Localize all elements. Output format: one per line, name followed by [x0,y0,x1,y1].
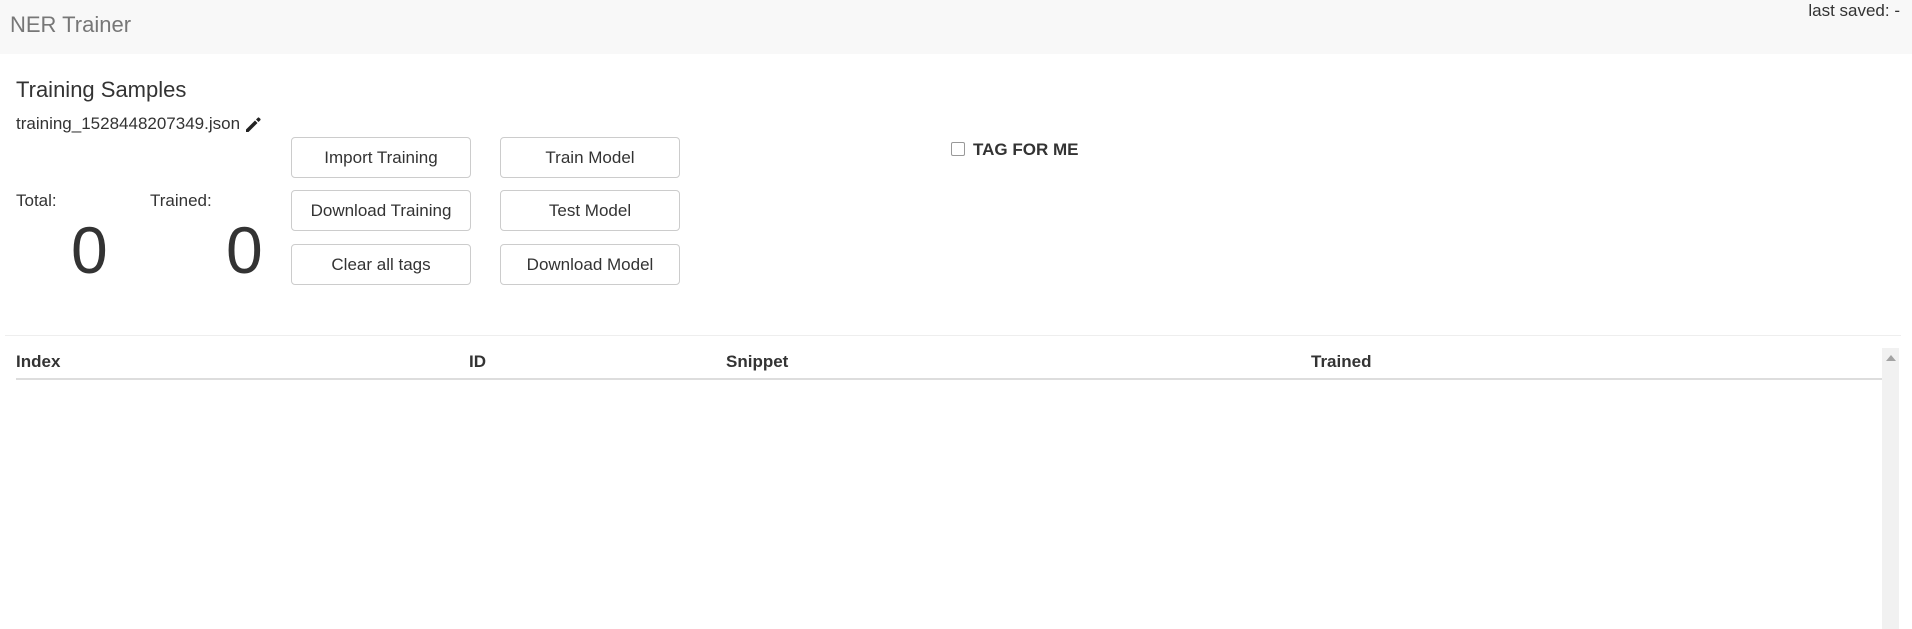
section-title: Training Samples [16,77,187,102]
column-header-id[interactable]: ID [469,352,486,372]
tag-for-me-label: TAG FOR ME [973,140,1079,159]
tag-for-me-toggle[interactable]: TAG FOR ME [951,140,1078,160]
tag-for-me-checkbox[interactable] [951,142,965,156]
download-training-button[interactable]: Download Training [291,190,471,231]
test-model-button[interactable]: Test Model [500,190,680,231]
trained-label: Trained: [150,191,212,210]
table-scrollbar[interactable] [1882,348,1899,629]
section-divider [5,335,1901,336]
total-value: 0 [71,213,108,287]
table-header: Index ID Snippet Trained [16,350,1882,380]
training-filename: training_1528448207349.json [16,114,241,133]
column-header-snippet[interactable]: Snippet [726,352,788,372]
train-model-button[interactable]: Train Model [500,137,680,178]
navbar: NER Trainer last saved: - [0,0,1912,54]
import-training-button[interactable]: Import Training [291,137,471,178]
pencil-icon[interactable] [244,115,263,134]
download-model-button[interactable]: Download Model [500,244,680,285]
clear-all-tags-button[interactable]: Clear all tags [291,244,471,285]
column-header-trained[interactable]: Trained [1311,352,1371,372]
trained-value: 0 [226,213,263,287]
total-label: Total: [16,191,57,210]
scroll-up-arrow-icon[interactable] [1886,355,1896,361]
table-body [16,382,1882,629]
last-saved-status: last saved: - [1808,1,1900,20]
app-brand[interactable]: NER Trainer [10,12,131,38]
column-header-index[interactable]: Index [16,352,60,372]
filename-row: training_1528448207349.json [16,114,263,134]
